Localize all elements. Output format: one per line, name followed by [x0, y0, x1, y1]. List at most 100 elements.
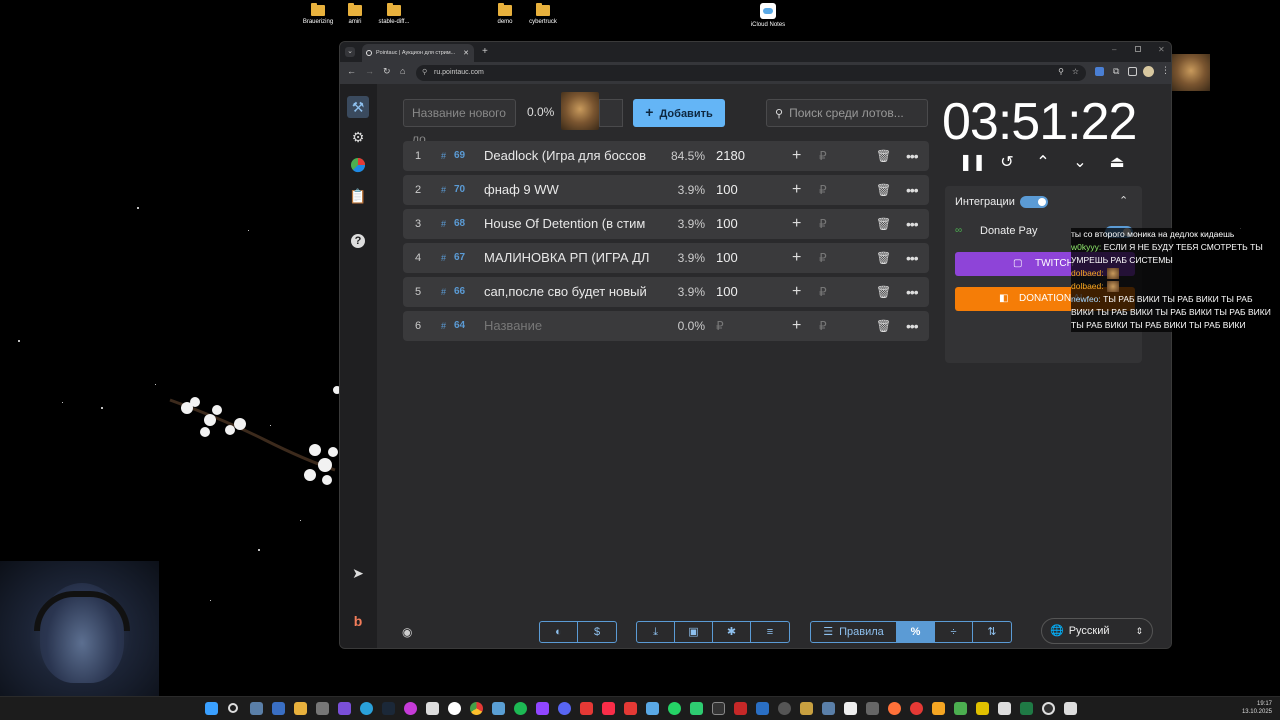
lot-row[interactable]: 4 67 МАЛИНОВКА РП (ИГРА ДЛ 3.9% 100 # + ₽ 🗑 ••• — [403, 243, 929, 273]
lot-search-input[interactable]: ⚲ Поиск среди лотов... — [766, 99, 928, 127]
taskbar-vscode-icon[interactable] — [756, 702, 769, 715]
settings-gear-icon[interactable]: ⚙ — [349, 128, 367, 146]
taskbar-app-icon[interactable] — [1064, 702, 1077, 715]
browser-tab[interactable]: Pointauc | Аукцион для стрим... ✕ — [362, 44, 474, 62]
close-window-icon[interactable]: ✕ — [1158, 45, 1165, 54]
telegram-icon[interactable]: ➤ — [349, 564, 367, 582]
lot-amount-input[interactable]: 2180 — [716, 141, 745, 171]
delete-lot-trash-icon[interactable]: 🗑 — [876, 243, 891, 273]
taskbar-telegram-icon[interactable] — [360, 702, 373, 715]
home-icon[interactable]: ⌂ — [400, 66, 405, 76]
taskbar-app-icon[interactable] — [272, 702, 285, 715]
taskbar-whatsapp-icon[interactable] — [668, 702, 681, 715]
new-tab-icon[interactable]: + — [482, 46, 488, 57]
lot-more-menu-icon[interactable]: ••• — [906, 311, 918, 341]
taskbar-app-icon[interactable] — [624, 702, 637, 715]
lot-name-input[interactable]: Deadlock (Игра для боссов — [484, 141, 649, 171]
add-amount-plus-icon[interactable]: + — [792, 277, 801, 307]
wheel-pie-icon[interactable] — [349, 157, 367, 175]
collapse-chevron-icon[interactable]: ⌃ — [1119, 194, 1128, 207]
lot-more-menu-icon[interactable]: ••• — [906, 141, 918, 171]
lot-row[interactable]: 3 68 House Of Detention (в стим 3.9% 100 # + ₽ 🗑… — [403, 209, 929, 239]
taskbar-firefox-icon[interactable] — [888, 702, 901, 715]
taskbar-app-icon[interactable] — [778, 702, 791, 715]
add-amount-plus-icon[interactable]: + — [792, 311, 801, 341]
taskbar-app-icon[interactable] — [536, 702, 549, 715]
lot-amount-input[interactable]: 100 — [716, 175, 738, 205]
taskbar-excel-icon[interactable] — [1020, 702, 1033, 715]
visibility-eye-icon[interactable]: ◉ — [402, 625, 412, 639]
add-amount-plus-icon[interactable]: + — [792, 209, 801, 239]
taskbar-app-icon[interactable] — [690, 702, 703, 715]
new-lot-image[interactable] — [561, 92, 599, 130]
lot-amount-input[interactable]: ₽ — [716, 311, 724, 341]
maximize-icon[interactable] — [1135, 46, 1141, 52]
lot-amount-input[interactable]: 100 — [716, 243, 738, 273]
extensions-puzzle-icon[interactable]: ⧉ — [1113, 66, 1119, 77]
taskbar-app-icon[interactable] — [404, 702, 417, 715]
delete-lot-trash-icon[interactable]: 🗑 — [876, 277, 891, 307]
add-amount-plus-icon[interactable]: + — [792, 175, 801, 205]
taskbar-app-icon[interactable] — [976, 702, 989, 715]
taskbar-chrome-icon[interactable] — [470, 702, 483, 715]
add-amount-plus-icon[interactable]: + — [792, 141, 801, 171]
lot-row[interactable]: 1 69 Deadlock (Игра для боссов 84.5% 2180 # + ₽… — [403, 141, 929, 171]
lot-amount-input[interactable]: 100 — [716, 209, 738, 239]
delete-lot-trash-icon[interactable]: 🗑 — [876, 175, 891, 205]
taskbar-app-icon[interactable] — [932, 702, 945, 715]
taskbar-search-icon[interactable] — [228, 703, 238, 713]
taskbar-app-icon[interactable] — [844, 702, 857, 715]
taskbar-music-icon[interactable] — [602, 702, 615, 715]
lot-more-menu-icon[interactable]: ••• — [906, 175, 918, 205]
delete-lot-trash-icon[interactable]: 🗑 — [876, 209, 891, 239]
zoom-icon[interactable]: ⚲ — [1058, 67, 1064, 76]
start-icon[interactable] — [205, 702, 218, 715]
delete-lot-trash-icon[interactable]: 🗑 — [876, 141, 891, 171]
auction-gavel-icon[interactable]: ⚒ — [347, 96, 369, 118]
taskbar-explorer-icon[interactable] — [294, 702, 307, 715]
desktop-icon-icloud-notes[interactable]: iCloud Notes — [733, 3, 803, 28]
clear-list-icon[interactable]: ≡ — [751, 622, 789, 642]
reload-icon[interactable]: ↻ — [383, 66, 391, 77]
desktop-icon-stable-diff[interactable]: stable-diff... — [359, 3, 429, 25]
extension-icon[interactable] — [1095, 67, 1104, 76]
donate-dollar-icon[interactable]: $ — [578, 622, 616, 642]
taskbar-terminal-icon[interactable] — [712, 702, 725, 715]
taskbar-app-icon[interactable] — [822, 702, 835, 715]
clipboard-history-icon[interactable]: 📋 — [349, 187, 367, 205]
taskbar-obs-icon[interactable] — [1042, 702, 1055, 715]
tab-search-icon[interactable]: ⌄ — [345, 47, 355, 57]
lot-more-menu-icon[interactable]: ••• — [906, 243, 918, 273]
desktop-icon-cybertruck[interactable]: cybertruck — [508, 3, 578, 25]
download-icon[interactable]: ⤓ — [637, 622, 675, 642]
taskbar-app-icon[interactable] — [910, 702, 923, 715]
timer-decrease-icon[interactable]: ⌄ — [1070, 152, 1090, 172]
taskbar-app-icon[interactable] — [250, 702, 263, 715]
system-clock[interactable]: 19:17 13.10.2025 — [1236, 700, 1272, 716]
pause-icon[interactable]: ❚❚ — [959, 152, 986, 172]
lot-more-menu-icon[interactable]: ••• — [906, 277, 918, 307]
minimize-icon[interactable]: – — [1112, 45, 1116, 54]
percent-toggle-icon[interactable]: % — [897, 622, 935, 642]
taskbar-app-icon[interactable] — [492, 702, 505, 715]
lot-row[interactable]: 2 70 фнаф 9 WW 3.9% 100 # + ₽ 🗑 ••• — [403, 175, 929, 205]
integrations-toggle[interactable] — [1020, 196, 1048, 208]
add-lot-button[interactable]: + Добавить — [633, 99, 725, 127]
reset-timer-icon[interactable]: ↺ — [997, 152, 1017, 172]
help-icon[interactable]: ? — [349, 230, 367, 248]
lot-name-input[interactable]: сап,после сво будет новый — [484, 277, 649, 307]
tab-close-icon[interactable]: ✕ — [463, 49, 469, 57]
boosty-icon[interactable]: b — [349, 612, 367, 630]
taskbar-app-icon[interactable] — [426, 702, 439, 715]
back-icon[interactable]: ← — [347, 66, 356, 76]
lot-row[interactable]: 5 66 сап,после сво будет новый 3.9% 100 # + ₽ 🗑 •… — [403, 277, 929, 307]
taskbar-app-icon[interactable] — [998, 702, 1011, 715]
url-field[interactable]: ⚲ ru.pointauc.com ⚲ ☆ — [416, 65, 1086, 81]
taskbar-app-icon[interactable] — [800, 702, 813, 715]
taskbar-spotify-icon[interactable] — [514, 702, 527, 715]
taskbar-app-icon[interactable] — [646, 702, 659, 715]
save-icon[interactable]: ▣ — [675, 622, 713, 642]
lot-more-menu-icon[interactable]: ••• — [906, 209, 918, 239]
timer-increase-icon[interactable]: ⌃ — [1033, 152, 1053, 172]
lot-name-input[interactable]: МАЛИНОВКА РП (ИГРА ДЛ — [484, 243, 649, 273]
